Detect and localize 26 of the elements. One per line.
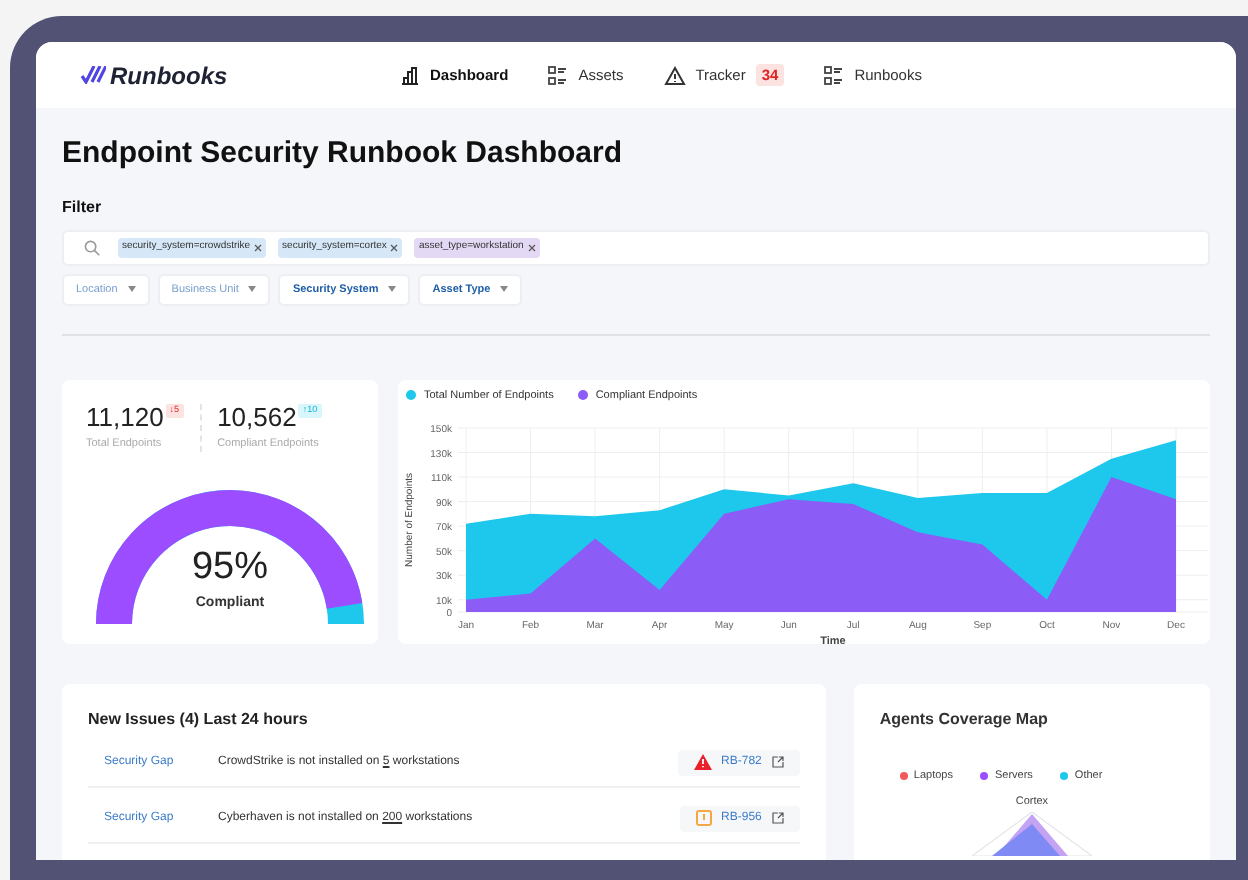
issues-title: New Issues (4) Last 24 hours [88,707,310,732]
logo-icon [80,66,106,84]
stat-value: 10,562 [217,403,297,430]
list-icon [824,65,845,85]
caret-icon [500,286,509,293]
external-link-icon [771,812,784,825]
close-icon[interactable] [527,243,536,252]
external-link-icon [771,756,784,769]
caret-icon [248,286,257,293]
radar-chart-drawing [971,812,1092,857]
warning-icon [663,65,686,85]
alert-square-icon [695,810,712,827]
brand-name: Runbooks [110,59,228,93]
search-icon [84,239,100,256]
caret-icon [388,286,397,293]
coverage-title: Agents Coverage Map [879,707,1050,732]
page-title: Endpoint Security Runbook Dashboard [62,136,625,174]
caret-icon [127,286,136,293]
gauge-reading: 95% [191,548,269,586]
stat-value: 11,120 [86,403,164,430]
warning-icon [693,754,712,771]
close-icon[interactable] [390,243,399,252]
list-icon [548,65,569,85]
filter-label: Filter [62,195,104,220]
close-icon[interactable] [254,243,263,252]
bar-chart-icon [400,65,420,85]
